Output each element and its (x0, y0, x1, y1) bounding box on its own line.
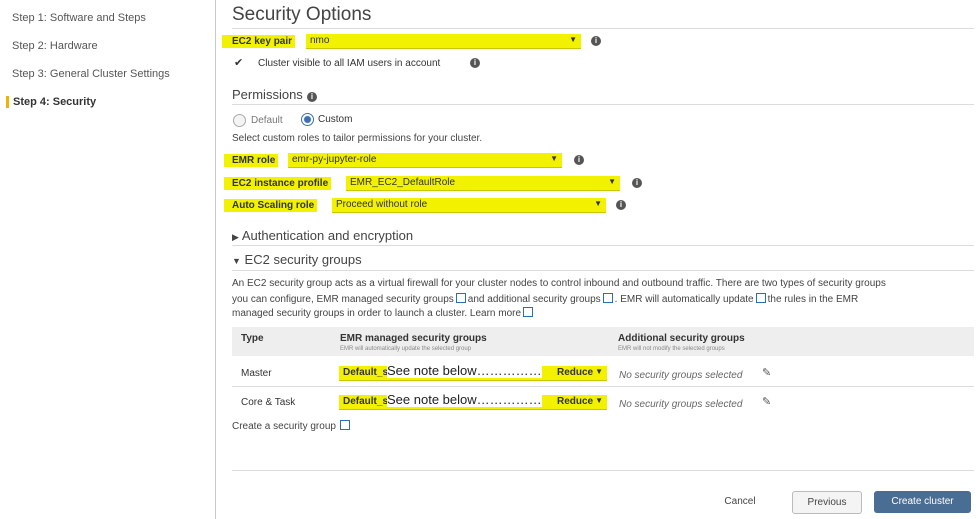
external-link-icon[interactable] (602, 293, 613, 303)
checkmark-icon[interactable]: ✔ (234, 58, 244, 69)
auth-divider (232, 245, 974, 246)
auto-scaling-role-select[interactable]: Proceed without role ▼ (332, 198, 606, 213)
cancel-button[interactable]: Cancel (720, 496, 760, 510)
create-security-group-link[interactable]: Create a security group (232, 419, 352, 432)
cluster-visible-label: Cluster visible to all IAM users in acco… (258, 58, 441, 69)
caret-down-icon: ▼ (232, 256, 241, 266)
core-task-select-right: Reduce (557, 396, 594, 407)
auto-scaling-role-value: Proceed without role (336, 199, 428, 210)
chevron-down-icon: ▼ (595, 396, 603, 405)
sg-description-line3: managed security groups in order to laun… (232, 306, 535, 319)
security-groups-heading: EC2 security groups (244, 252, 362, 267)
auth-encryption-heading: Authentication and encryption (241, 228, 414, 243)
step-hardware[interactable]: Step 2: Hardware (12, 40, 98, 52)
sg-desc-2b: and additional security groups (467, 294, 601, 305)
radio-custom[interactable] (301, 113, 314, 126)
ec2-key-pair-label: EC2 key pair (222, 35, 296, 48)
sg-desc-2c: . EMR will automatically update (614, 294, 754, 305)
step-software-and-steps[interactable]: Step 1: Software and Steps (12, 12, 146, 24)
chevron-down-icon: ▼ (594, 199, 602, 208)
chevron-down-icon: ▼ (608, 177, 616, 186)
security-groups-divider (232, 270, 974, 271)
ec2-instance-profile-select[interactable]: EMR_EC2_DefaultRole ▼ (346, 176, 620, 191)
previous-button[interactable]: Previous (792, 491, 862, 514)
sg-description-line2: you can configure, EMR managed security … (232, 292, 858, 305)
radio-custom-label: Custom (318, 114, 353, 125)
row-divider (232, 386, 974, 387)
sg-desc-2d: the rules in the EMR (767, 294, 859, 305)
column-emr-managed-sub: EMR will automatically update the select… (340, 346, 472, 352)
radio-default[interactable] (233, 114, 246, 127)
permissions-divider (232, 104, 974, 105)
ec2-key-pair-value: nmo (310, 35, 330, 46)
main-panel: Security Options EC2 key pair nmo ▼ i ✔ … (222, 0, 974, 519)
chevron-down-icon: ▼ (569, 35, 577, 44)
learn-more-text: managed security groups in order to laun… (232, 308, 522, 319)
external-link-icon (339, 420, 350, 430)
sg-desc-2a: you can configure, EMR managed security … (232, 294, 454, 305)
caret-right-icon: ▶ (232, 232, 239, 242)
page-title: Security Options (232, 4, 372, 25)
info-icon[interactable]: i (591, 36, 601, 46)
row-type-master: Master (241, 368, 272, 379)
info-icon[interactable]: i (574, 155, 584, 165)
step-general-cluster-settings[interactable]: Step 3: General Cluster Settings (12, 68, 170, 80)
external-link-icon[interactable] (755, 293, 766, 303)
column-additional-sub: EMR will not modify the selected groups (618, 346, 725, 352)
master-select-right: Reduce (557, 367, 594, 378)
emr-role-value: emr-py-jupyter-role (292, 154, 377, 165)
master-note: See note below…………… (387, 363, 542, 378)
info-icon[interactable]: i (470, 58, 480, 68)
emr-role-select[interactable]: emr-py-jupyter-role ▼ (288, 153, 562, 168)
security-groups-toggle[interactable]: ▼ EC2 security groups (232, 252, 362, 267)
footer-divider (232, 470, 974, 471)
step-security[interactable]: Step 4: Security (6, 96, 96, 108)
core-task-note: See note below…………… (387, 392, 542, 407)
pencil-icon[interactable]: ✎ (762, 366, 771, 379)
auto-scaling-role-label: Auto Scaling role (224, 199, 318, 212)
auth-encryption-toggle[interactable]: ▶ Authentication and encryption (232, 228, 413, 243)
radio-default-label: Default (251, 115, 283, 126)
create-security-group-label: Create a security group (232, 421, 336, 432)
ec2-instance-profile-value: EMR_EC2_DefaultRole (350, 177, 456, 188)
emr-role-label: EMR role (224, 154, 279, 167)
create-cluster-button[interactable]: Create cluster (874, 491, 971, 513)
info-icon[interactable]: i (307, 92, 317, 102)
core-task-additional-sg: No security groups selected (619, 399, 743, 410)
column-emr-managed: EMR managed security groups (340, 333, 487, 344)
chevron-down-icon: ▼ (595, 367, 603, 376)
ec2-key-pair-select[interactable]: nmo ▼ (306, 34, 581, 49)
sg-description-line1: An EC2 security group acts as a virtual … (232, 278, 886, 289)
chevron-down-icon: ▼ (550, 154, 558, 163)
core-task-select-left: Default_s (343, 396, 389, 407)
row-type-core-task: Core & Task (241, 397, 296, 408)
column-additional: Additional security groups (618, 333, 745, 344)
external-link-icon[interactable] (455, 293, 466, 303)
info-icon[interactable]: i (632, 178, 642, 188)
column-type: Type (241, 333, 264, 344)
sidebar-divider (215, 0, 216, 519)
permissions-hint: Select custom roles to tailor permission… (232, 133, 483, 144)
info-icon[interactable]: i (616, 200, 626, 210)
external-link-icon[interactable] (523, 307, 534, 317)
master-select-left: Default_s (343, 367, 389, 378)
table-header: Type EMR managed security groups EMR wil… (232, 327, 974, 356)
permissions-heading: Permissions (232, 87, 303, 102)
ec2-instance-profile-label: EC2 instance profile (224, 177, 332, 190)
master-additional-sg: No security groups selected (619, 370, 743, 381)
wizard-sidebar: Step 1: Software and Steps Step 2: Hardw… (0, 0, 215, 519)
title-divider (232, 28, 974, 29)
pencil-icon[interactable]: ✎ (762, 395, 771, 408)
